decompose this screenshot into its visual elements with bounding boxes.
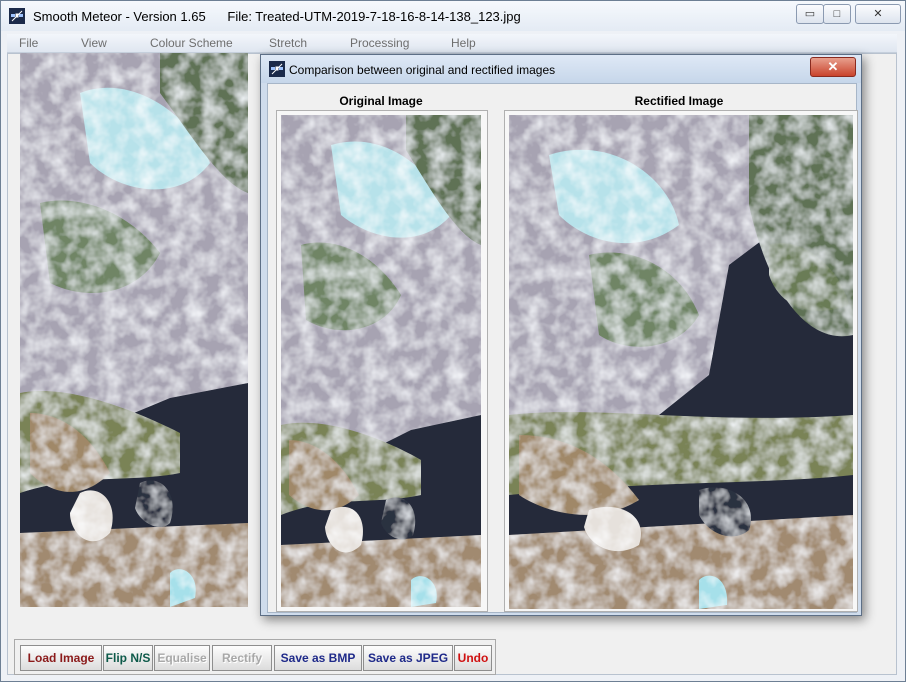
- dialog-title: Comparison between original and rectifie…: [289, 63, 556, 77]
- rectified-image-label: Rectified Image: [634, 94, 724, 108]
- satellite-icon: [9, 8, 25, 24]
- save-as-bmp-button[interactable]: Save as BMP: [274, 645, 362, 671]
- original-image-label: Original Image: [339, 94, 423, 108]
- load-image-button[interactable]: Load Image: [20, 645, 102, 671]
- close-button[interactable]: ✕: [855, 4, 901, 24]
- menu-colour-scheme[interactable]: Colour Scheme: [150, 36, 233, 50]
- menu-bar: File View Colour Scheme Stretch Processi…: [7, 34, 897, 53]
- satellite-icon: [269, 61, 285, 77]
- window-title: Smooth Meteor - Version 1.65 File: Treat…: [33, 9, 521, 24]
- undo-button[interactable]: Undo: [454, 645, 492, 671]
- original-image-panel: [276, 110, 488, 612]
- menu-help[interactable]: Help: [451, 36, 476, 50]
- dialog-title-bar[interactable]: Comparison between original and rectifie…: [261, 55, 861, 83]
- maximize-button[interactable]: □: [823, 4, 851, 24]
- menu-file[interactable]: File: [19, 36, 38, 50]
- dialog-close-button[interactable]: ✕: [810, 57, 856, 77]
- dialog-body: Original Image Rectified Image: [267, 83, 858, 613]
- rectify-button[interactable]: Rectify: [212, 645, 272, 671]
- comparison-dialog: Comparison between original and rectifie…: [260, 54, 862, 616]
- menu-processing[interactable]: Processing: [350, 36, 409, 50]
- menu-stretch[interactable]: Stretch: [269, 36, 307, 50]
- original-satellite-image[interactable]: [281, 115, 481, 607]
- rectified-satellite-image[interactable]: [509, 115, 853, 609]
- save-as-jpeg-button[interactable]: Save as JPEG: [363, 645, 453, 671]
- flip-ns-button[interactable]: Flip N/S: [103, 645, 153, 671]
- equalise-button[interactable]: Equalise: [154, 645, 210, 671]
- minimize-button[interactable]: ▭: [796, 4, 824, 24]
- action-toolbar: Load Image Flip N/S Equalise Rectify Sav…: [14, 639, 496, 675]
- satellite-image-main[interactable]: [20, 53, 248, 607]
- rectified-image-panel: [504, 110, 858, 612]
- menu-view[interactable]: View: [81, 36, 107, 50]
- title-bar[interactable]: Smooth Meteor - Version 1.65 File: Treat…: [1, 1, 905, 31]
